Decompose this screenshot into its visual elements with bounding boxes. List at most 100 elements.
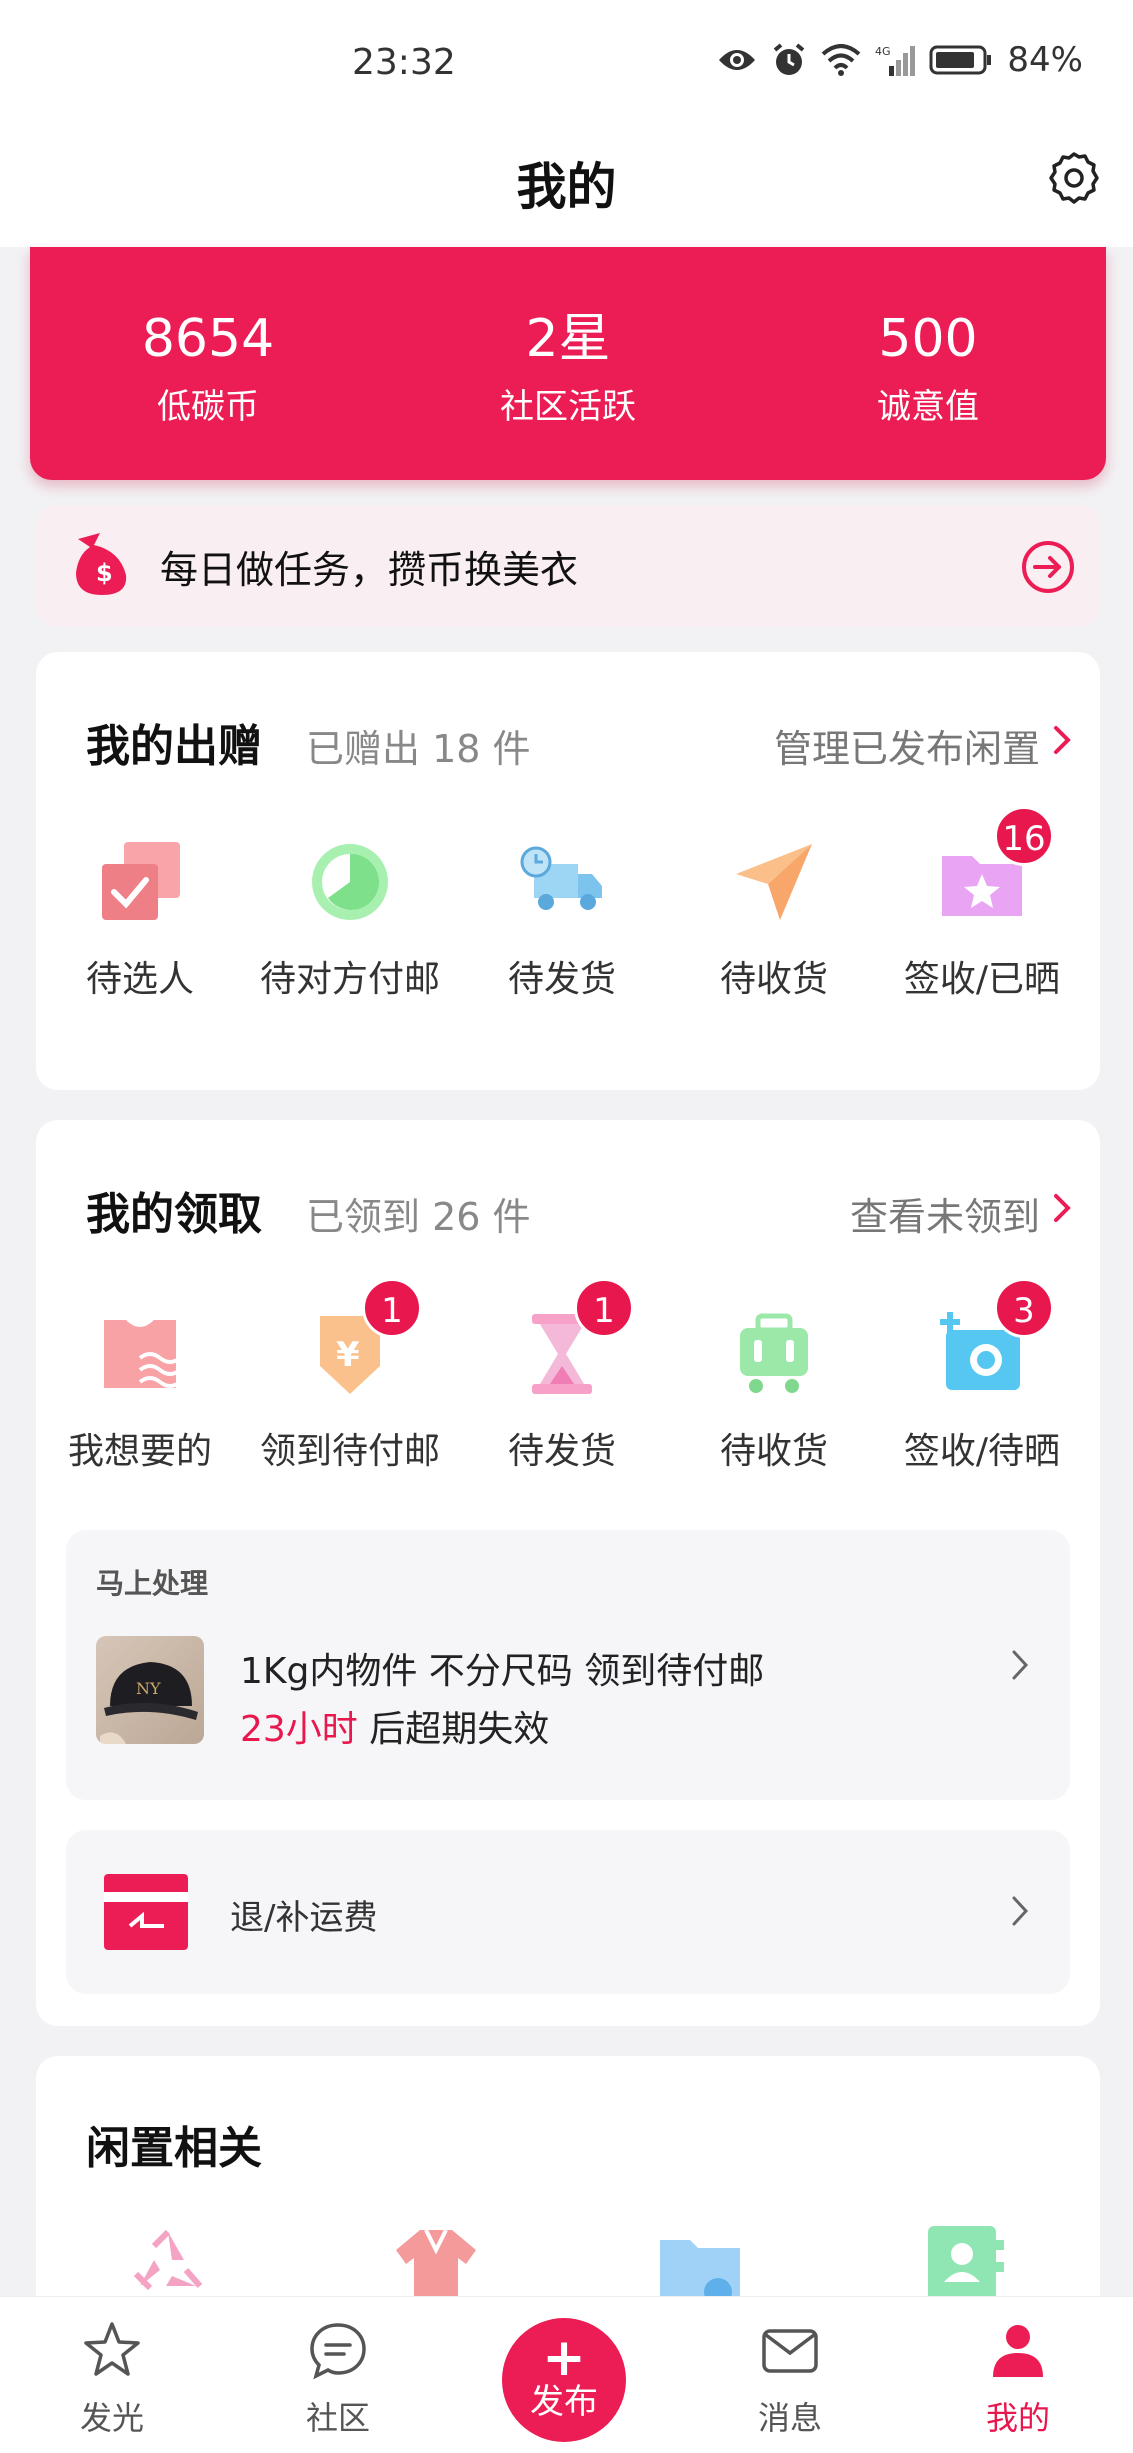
svg-text:¥: ¥: [336, 1335, 360, 1375]
arrow-circle-icon: [1020, 539, 1076, 599]
stat-sincerity[interactable]: 500 诚意值: [778, 309, 1078, 428]
stat-coins[interactable]: 8654 低碳币: [58, 309, 358, 428]
tab-label: 我的: [985, 2399, 1050, 2437]
status-wanted[interactable]: 我想要的: [34, 1308, 246, 1474]
donations-count: 已赠出 18 件: [306, 727, 531, 771]
status-await-pay-postage[interactable]: ¥ 1 领到待付邮: [244, 1278, 456, 1474]
clock-progress-icon: [304, 836, 396, 928]
expiry-suffix: 后超期失效: [357, 1709, 550, 1750]
tab-label: 消息: [757, 2399, 822, 2437]
refund-card-icon: [104, 1874, 188, 1954]
status-label: 我想要的: [67, 1431, 212, 1472]
settings-button[interactable]: [1039, 145, 1109, 215]
stat-label: 低碳币: [157, 387, 259, 427]
stats-card: 8654 低碳币 2星 社区活跃 500 诚意值: [30, 247, 1106, 480]
battery-percent: 84%: [1007, 40, 1083, 80]
chevron-right-icon: [1050, 1190, 1076, 1230]
stat-label: 社区活跃: [500, 387, 636, 427]
tab-mine[interactable]: 我的: [948, 2315, 1088, 2439]
stat-value: 8654: [141, 309, 275, 369]
pending-action-panel[interactable]: 马上处理 NY 1Kg内物件 不分尺码 领到待付邮 23小时 后超期失效: [66, 1530, 1070, 1800]
hourglass-icon: 1: [516, 1278, 634, 1400]
receipts-count: 已领到 26 件: [306, 1195, 531, 1239]
user-icon: [948, 2315, 1088, 2385]
svg-text:$: $: [96, 559, 113, 587]
status-bar: 23:32 4G 84%: [0, 0, 1133, 125]
star-folder-icon: 16: [936, 806, 1054, 928]
delivery-truck-icon: [516, 836, 608, 928]
status-time: 23:32: [352, 42, 456, 83]
shipping-refund-label: 退/补运费: [230, 1898, 378, 1938]
receipts-card: 我的领取 已领到 26 件 查看未领到 我想要的 ¥ 1 领到待付邮 1 待发货: [36, 1120, 1100, 2026]
status-pending-select[interactable]: 待选人: [34, 836, 246, 1002]
status-await-ship[interactable]: 1 待发货: [456, 1278, 668, 1474]
nav-header: 我的: [0, 125, 1133, 247]
tab-label: 社区: [305, 2399, 370, 2437]
status-label: 待发货: [507, 1431, 616, 1472]
idle-title: 闲置相关: [86, 2123, 262, 2174]
status-label: 待收货: [719, 959, 828, 1000]
stat-value: 500: [878, 309, 978, 369]
status-label: 待对方付邮: [259, 959, 440, 1000]
donations-status-row: 待选人 待对方付邮 待发货 待收货 16 签收/已晒: [34, 806, 1100, 1036]
stat-value: 2星: [525, 309, 611, 369]
stat-label: 诚意值: [877, 387, 979, 427]
status-label: 领到待付邮: [259, 1431, 440, 1472]
status-icons: 4G 84%: [717, 40, 1083, 80]
status-await-receive[interactable]: 待收货: [668, 836, 880, 1002]
publish-label: 发布: [530, 2382, 598, 2422]
receipts-status-row: 我想要的 ¥ 1 领到待付邮 1 待发货 待收货 3 签收/待晒: [34, 1278, 1100, 1508]
plus-icon: +: [542, 2328, 586, 2388]
alarm-icon: [771, 42, 807, 78]
count-badge: 1: [574, 1278, 634, 1338]
page-title: 我的: [516, 158, 617, 216]
count-badge: 16: [994, 806, 1054, 866]
receipts-title: 我的领取: [86, 1189, 262, 1240]
svg-text:4G: 4G: [875, 45, 891, 58]
status-await-postage[interactable]: 待对方付邮: [244, 836, 456, 1002]
status-label: 待收货: [719, 1431, 828, 1472]
tshirt-icon: [94, 1308, 186, 1400]
shopping-cart-icon: [728, 1308, 820, 1400]
tab-community[interactable]: 社区: [268, 2315, 408, 2439]
task-banner[interactable]: $ 每日做任务，攒币换美衣: [36, 505, 1100, 627]
wifi-icon: [821, 44, 861, 76]
status-label: 签收/待晒: [903, 1431, 1061, 1472]
count-badge: 1: [362, 1278, 422, 1338]
tab-shine[interactable]: 发光: [42, 2315, 182, 2439]
signal-icon: 4G: [875, 44, 916, 76]
status-signed-to-share[interactable]: 3 签收/待晒: [876, 1278, 1088, 1474]
item-thumbnail: NY: [96, 1636, 204, 1744]
battery-icon: [929, 44, 993, 76]
gear-icon: [1047, 151, 1101, 209]
camera-plus-icon: 3: [936, 1278, 1054, 1400]
chat-bubble-icon: [268, 2315, 408, 2385]
donations-title: 我的出赠: [86, 721, 262, 772]
status-label: 待选人: [85, 959, 194, 1000]
checklist-icon: [94, 836, 186, 928]
view-unreceived-link[interactable]: 查看未领到: [850, 1186, 1040, 1241]
contact-book-icon[interactable]: [920, 2222, 1008, 2306]
tab-messages[interactable]: 消息: [720, 2315, 860, 2439]
money-bag-icon: $: [68, 529, 138, 605]
banner-text: 每日做任务，攒币换美衣: [160, 548, 579, 592]
expiry-highlight: 23小时: [240, 1709, 358, 1750]
chevron-right-icon: [1010, 1648, 1032, 1686]
eye-icon: [717, 46, 757, 74]
item-expiry: 23小时 后超期失效: [240, 1700, 549, 1752]
yen-arrow-icon: ¥ 1: [304, 1278, 422, 1400]
item-description: 1Kg内物件 不分尺码 领到待付邮: [240, 1651, 765, 1692]
tab-label: 发光: [79, 2399, 144, 2437]
publish-button[interactable]: + 发布: [502, 2318, 626, 2442]
paper-plane-icon: [728, 836, 820, 928]
status-signed-shared[interactable]: 16 签收/已晒: [876, 806, 1088, 1002]
status-await-ship[interactable]: 待发货: [456, 836, 668, 1002]
manage-published-link[interactable]: 管理已发布闲置: [774, 718, 1040, 773]
status-await-receive[interactable]: 待收货: [668, 1308, 880, 1474]
chevron-right-icon: [1050, 722, 1076, 762]
mail-icon: [720, 2315, 860, 2385]
svg-text:NY: NY: [136, 1679, 161, 1698]
pending-heading: 马上处理: [96, 1567, 209, 1600]
shipping-refund-panel[interactable]: 退/补运费: [66, 1830, 1070, 1994]
stat-activity[interactable]: 2星 社区活跃: [418, 309, 718, 428]
